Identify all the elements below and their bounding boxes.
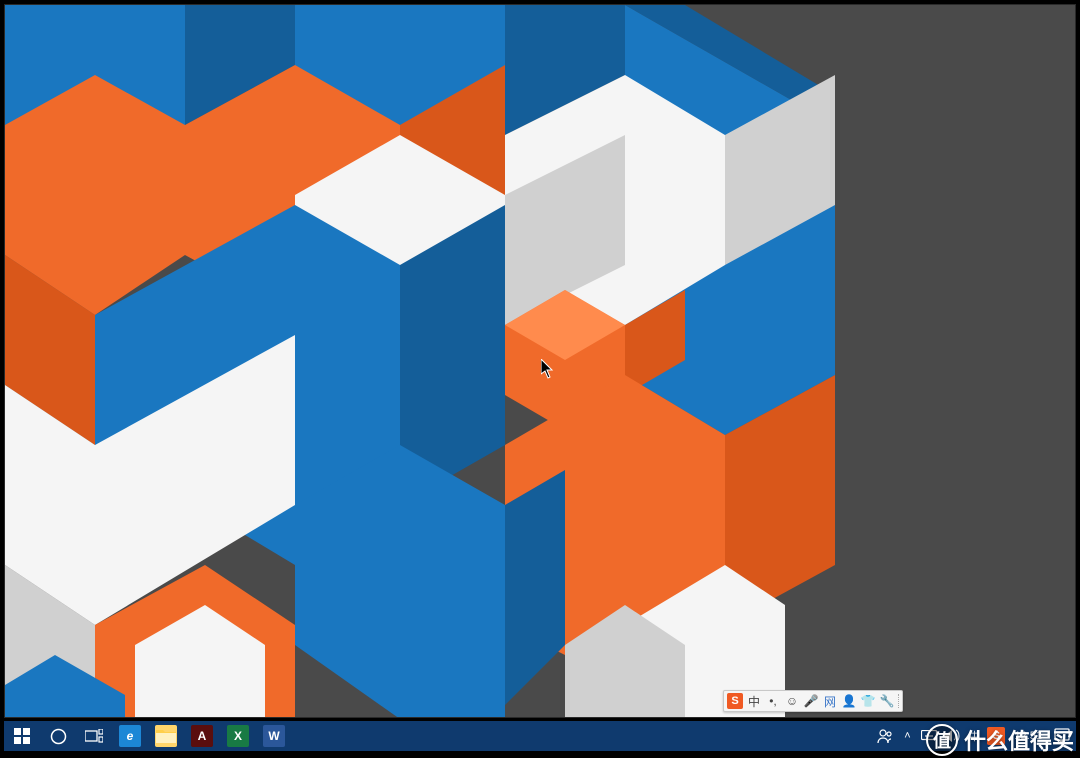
taskview-button[interactable]	[76, 721, 112, 751]
desktop[interactable]: S 中 •, ☺ 🎤 网 👤 👕 🔧	[4, 4, 1076, 718]
ime-skin-button[interactable]: 👕	[860, 693, 876, 709]
ime-emoji-button[interactable]: ☺	[784, 693, 800, 709]
watermark-text: 什么值得买	[964, 724, 1074, 756]
edge-icon: e	[119, 725, 141, 747]
ime-lang-toggle[interactable]: 中	[746, 693, 762, 709]
edge-app[interactable]: e	[112, 721, 148, 751]
ime-voice-button[interactable]: 🎤	[803, 693, 819, 709]
watermark-badge: 值	[926, 724, 958, 756]
file-explorer-app[interactable]	[148, 721, 184, 751]
folder-icon	[155, 725, 177, 747]
word-app[interactable]: W	[256, 721, 292, 751]
sogou-logo-icon[interactable]: S	[727, 693, 743, 709]
ime-user-button[interactable]: 👤	[841, 693, 857, 709]
start-button[interactable]	[4, 721, 40, 751]
wallpaper-cubes	[5, 5, 1075, 717]
cortana-button[interactable]	[40, 721, 76, 751]
windows-icon	[14, 728, 30, 744]
taskbar[interactable]: e A X W ˄ 中 S 12:51	[4, 721, 1076, 751]
ime-toolbar[interactable]: S 中 •, ☺ 🎤 网 👤 👕 🔧	[723, 690, 903, 712]
circle-icon	[50, 728, 67, 745]
ime-separator	[898, 694, 899, 708]
ime-tools-button[interactable]: 🔧	[879, 693, 895, 709]
taskview-icon	[85, 729, 103, 743]
tray-chevron[interactable]: ˄	[897, 721, 917, 751]
acrobat-icon: A	[191, 725, 213, 747]
acrobat-app[interactable]: A	[184, 721, 220, 751]
people-icon	[877, 728, 893, 744]
ime-net-button[interactable]: 网	[822, 693, 838, 709]
word-icon: W	[263, 725, 285, 747]
excel-app[interactable]: X	[220, 721, 256, 751]
people-button[interactable]	[873, 721, 897, 751]
excel-icon: X	[227, 725, 249, 747]
ime-punct-toggle[interactable]: •,	[765, 693, 781, 709]
watermark: 值 什么值得买	[926, 724, 1074, 756]
